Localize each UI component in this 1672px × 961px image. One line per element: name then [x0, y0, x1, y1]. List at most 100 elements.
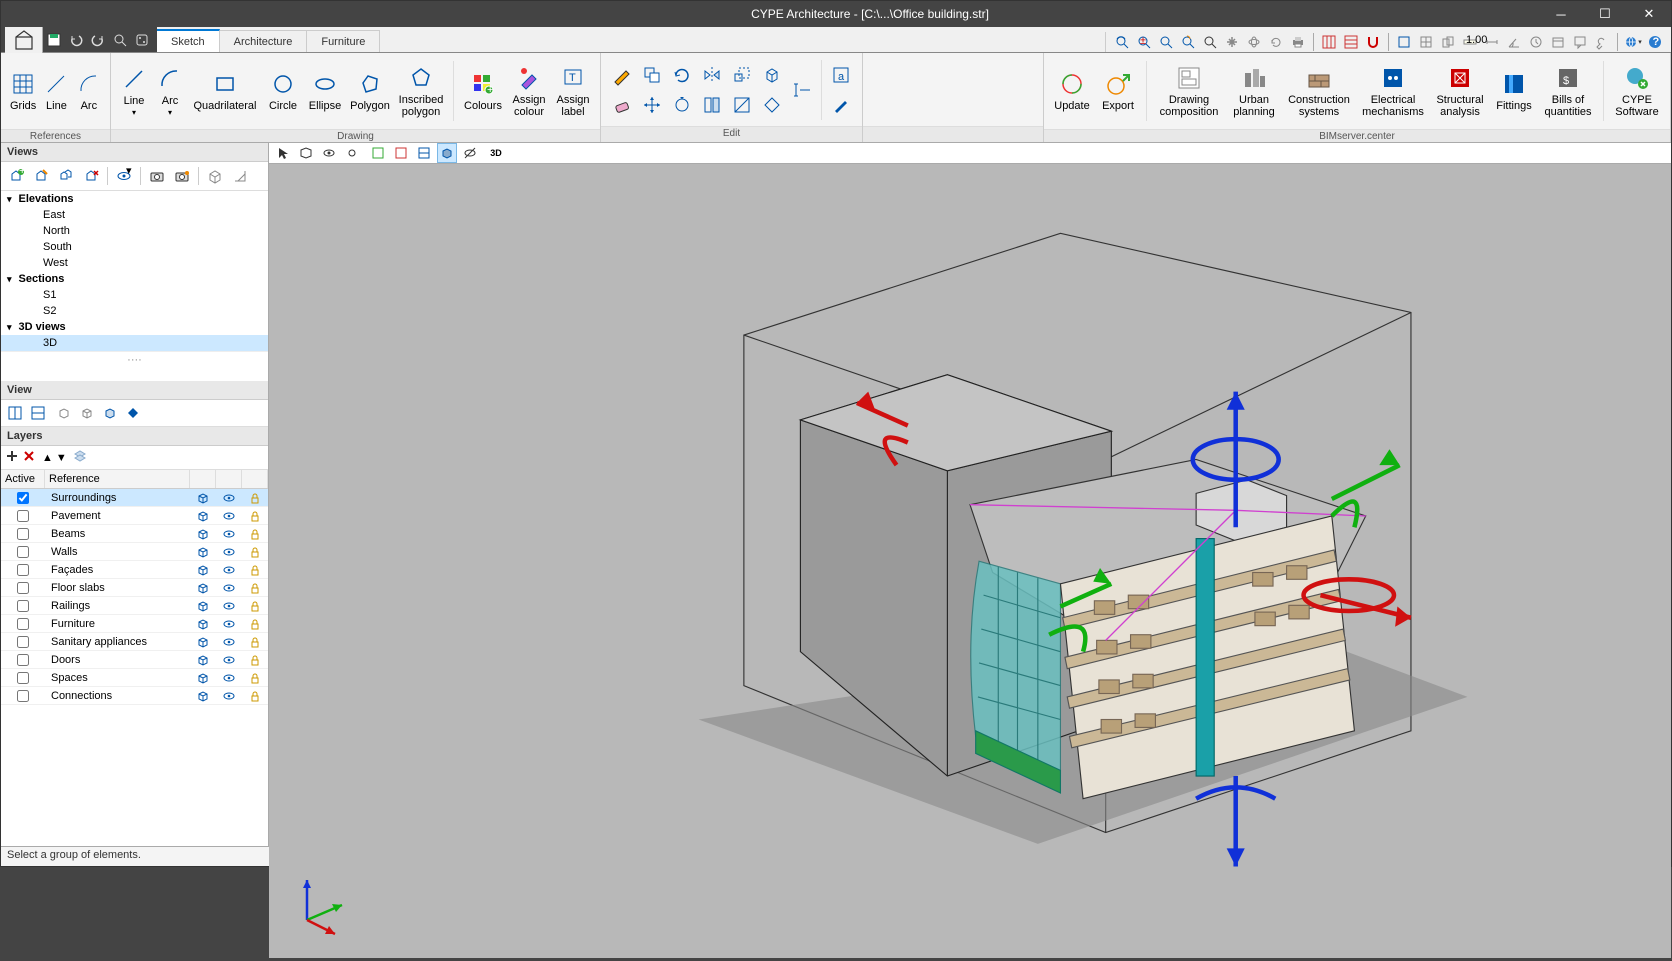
eye-icon[interactable]: [222, 653, 236, 667]
lock-icon[interactable]: [248, 689, 262, 703]
tree-group-sections[interactable]: Sections: [1, 271, 268, 287]
layer-stack-icon[interactable]: [73, 449, 87, 466]
layer-row[interactable]: Floor slabs: [1, 579, 268, 597]
views-add-icon[interactable]: +: [5, 165, 27, 187]
tab-architecture[interactable]: Architecture: [220, 30, 308, 52]
lock-icon[interactable]: [248, 653, 262, 667]
layer-row[interactable]: Façades: [1, 561, 268, 579]
edit-mirror-icon[interactable]: [698, 61, 726, 89]
layer-active-checkbox[interactable]: [17, 600, 29, 612]
view-calendar-icon[interactable]: [1548, 32, 1568, 52]
vp-persp-icon[interactable]: [296, 143, 316, 163]
view-iso3-icon[interactable]: [100, 403, 120, 423]
redo-icon[interactable]: [88, 30, 108, 50]
views-angle-icon[interactable]: [229, 165, 251, 187]
drawing-composition-button[interactable]: Drawing composition: [1153, 55, 1225, 127]
tree-item[interactable]: S2: [1, 303, 268, 319]
view-split-v-icon[interactable]: [28, 403, 48, 423]
layer-active-checkbox[interactable]: [17, 690, 29, 702]
eye-icon[interactable]: [222, 509, 236, 523]
tree-item[interactable]: S1: [1, 287, 268, 303]
edit-move-icon[interactable]: [638, 91, 666, 119]
urban-planning-button[interactable]: Urban planning: [1227, 55, 1281, 127]
eye-icon[interactable]: [222, 617, 236, 631]
view-iso2-icon[interactable]: [77, 403, 97, 423]
line-button[interactable]: Line▾: [117, 55, 151, 127]
eye-icon[interactable]: [222, 689, 236, 703]
dice-icon[interactable]: [132, 30, 152, 50]
quadrilateral-button[interactable]: Quadrilateral: [189, 55, 261, 127]
zoom-icon[interactable]: [1156, 32, 1176, 52]
edit-pen-icon[interactable]: [827, 91, 855, 119]
grid-a-icon[interactable]: [1319, 32, 1339, 52]
polygon-button[interactable]: Polygon: [347, 55, 393, 127]
cube-icon[interactable]: [196, 563, 210, 577]
layer-row[interactable]: Surroundings: [1, 489, 268, 507]
vp-hidden-icon[interactable]: [460, 143, 480, 163]
tree-group-elevations[interactable]: Elevations: [1, 191, 268, 207]
view-note-icon[interactable]: [1570, 32, 1590, 52]
help-icon[interactable]: ?: [1645, 32, 1665, 52]
layer-add-icon[interactable]: [5, 449, 19, 466]
views-camera2-icon[interactable]: [171, 165, 193, 187]
assign-colour-button[interactable]: Assign colour: [508, 55, 550, 127]
lock-icon[interactable]: [248, 527, 262, 541]
lock-icon[interactable]: [248, 563, 262, 577]
eye-icon[interactable]: [222, 563, 236, 577]
cube-icon[interactable]: [196, 671, 210, 685]
tree-item[interactable]: South: [1, 239, 268, 255]
view-ruler-icon[interactable]: 1.00: [1460, 32, 1480, 52]
update-button[interactable]: Update: [1050, 55, 1094, 127]
assign-label-button[interactable]: TAssign label: [552, 55, 594, 127]
edit-measure-icon[interactable]: [788, 76, 816, 104]
edit-mirror2-icon[interactable]: [698, 91, 726, 119]
inscribed-polygon-button[interactable]: Inscribed polygon: [395, 55, 447, 127]
vp-eye-icon[interactable]: [319, 143, 339, 163]
tree-item[interactable]: North: [1, 223, 268, 239]
lock-icon[interactable]: [248, 581, 262, 595]
tree-group-3dviews[interactable]: 3D views: [1, 319, 268, 335]
cube-icon[interactable]: [196, 527, 210, 541]
ref-arc-button[interactable]: Arc: [74, 55, 104, 127]
layer-active-checkbox[interactable]: [17, 510, 29, 522]
tree-collapse-handle[interactable]: ····: [1, 351, 268, 368]
cube-icon[interactable]: [196, 491, 210, 505]
eye-icon[interactable]: [222, 581, 236, 595]
colours-button[interactable]: +Colours: [460, 55, 506, 127]
layer-row[interactable]: Sanitary appliances: [1, 633, 268, 651]
cype-software-button[interactable]: CYPE Software: [1610, 55, 1664, 127]
tree-item[interactable]: West: [1, 255, 268, 271]
lock-icon[interactable]: [248, 599, 262, 613]
fittings-button[interactable]: Fittings: [1491, 55, 1537, 127]
help-globe-icon[interactable]: ▾: [1623, 32, 1643, 52]
layer-active-checkbox[interactable]: [17, 492, 29, 504]
magnet-icon[interactable]: [1363, 32, 1383, 52]
cube-icon[interactable]: [196, 635, 210, 649]
layer-row[interactable]: Walls: [1, 543, 268, 561]
zoom-window-icon[interactable]: [1112, 32, 1132, 52]
edit-scale-icon[interactable]: [728, 61, 756, 89]
minimize-button[interactable]: ─: [1539, 1, 1583, 27]
zoom-previous-icon[interactable]: [1178, 32, 1198, 52]
maximize-button[interactable]: ☐: [1583, 1, 1627, 27]
cube-icon[interactable]: [196, 617, 210, 631]
tree-item[interactable]: East: [1, 207, 268, 223]
cube-icon[interactable]: [196, 509, 210, 523]
undo-icon[interactable]: [66, 30, 86, 50]
eye-icon[interactable]: [222, 527, 236, 541]
edit-diamond-icon[interactable]: [758, 91, 786, 119]
bills-quantities-button[interactable]: $Bills of quantities: [1539, 55, 1597, 127]
view-wrench-icon[interactable]: [1592, 32, 1612, 52]
layer-active-checkbox[interactable]: [17, 564, 29, 576]
pan-icon[interactable]: [1222, 32, 1242, 52]
edit-eraser-icon[interactable]: [608, 91, 636, 119]
ref-line-button[interactable]: Line: [41, 55, 71, 127]
vp-grid2-icon[interactable]: [391, 143, 411, 163]
lock-icon[interactable]: [248, 671, 262, 685]
vp-shaded-icon[interactable]: [437, 143, 457, 163]
vp-grid3-icon[interactable]: [414, 143, 434, 163]
save-icon[interactable]: [44, 30, 64, 50]
view-clock-icon[interactable]: [1526, 32, 1546, 52]
cube-icon[interactable]: [196, 599, 210, 613]
view-ortho-icon[interactable]: [1438, 32, 1458, 52]
